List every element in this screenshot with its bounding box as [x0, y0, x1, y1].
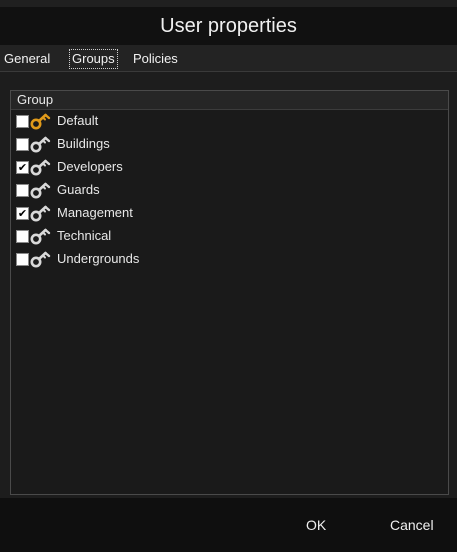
group-row[interactable]: Default	[11, 110, 448, 133]
group-checkbox[interactable]	[16, 253, 29, 266]
group-checkbox[interactable]: ✔	[16, 161, 29, 174]
tab-general[interactable]: General	[4, 50, 50, 68]
group-checkbox[interactable]: ✔	[16, 207, 29, 220]
groups-panel: Group Default Buildings ✔ Developers Guards ✔…	[0, 72, 457, 498]
group-list[interactable]: Group Default Buildings ✔ Developers Guards ✔…	[10, 90, 449, 495]
group-row[interactable]: ✔ Developers	[11, 156, 448, 179]
group-row[interactable]: Guards	[11, 179, 448, 202]
tab-policies[interactable]: Policies	[133, 50, 178, 68]
group-rows: Default Buildings ✔ Developers Guards ✔ Manage…	[11, 110, 448, 271]
user-properties-dialog: User properties General Groups Policies …	[0, 0, 457, 552]
key-icon	[30, 134, 52, 154]
group-label: Management	[57, 205, 133, 220]
key-icon	[30, 111, 52, 131]
dialog-footer: OK Cancel	[0, 498, 457, 552]
key-icon	[30, 226, 52, 246]
key-icon	[30, 180, 52, 200]
group-label: Undergrounds	[57, 251, 140, 266]
group-label: Default	[57, 113, 99, 128]
cancel-button[interactable]: Cancel	[390, 517, 434, 533]
group-row[interactable]: Undergrounds	[11, 248, 448, 271]
key-icon	[30, 249, 52, 269]
group-label: Developers	[57, 159, 123, 174]
group-label: Technical	[57, 228, 112, 243]
dialog-title: User properties	[0, 7, 457, 45]
tab-groups[interactable]: Groups	[69, 49, 118, 69]
tab-bar: General Groups Policies	[0, 45, 457, 72]
group-checkbox[interactable]	[16, 184, 29, 197]
group-label: Buildings	[57, 136, 110, 151]
group-row[interactable]: Technical	[11, 225, 448, 248]
group-checkbox[interactable]	[16, 138, 29, 151]
column-header-group[interactable]: Group	[11, 91, 448, 110]
key-icon	[30, 203, 52, 223]
group-row[interactable]: ✔ Management	[11, 202, 448, 225]
ok-button[interactable]: OK	[306, 517, 326, 533]
group-checkbox[interactable]	[16, 115, 29, 128]
key-icon	[30, 157, 52, 177]
group-row[interactable]: Buildings	[11, 133, 448, 156]
group-checkbox[interactable]	[16, 230, 29, 243]
group-label: Guards	[57, 182, 100, 197]
